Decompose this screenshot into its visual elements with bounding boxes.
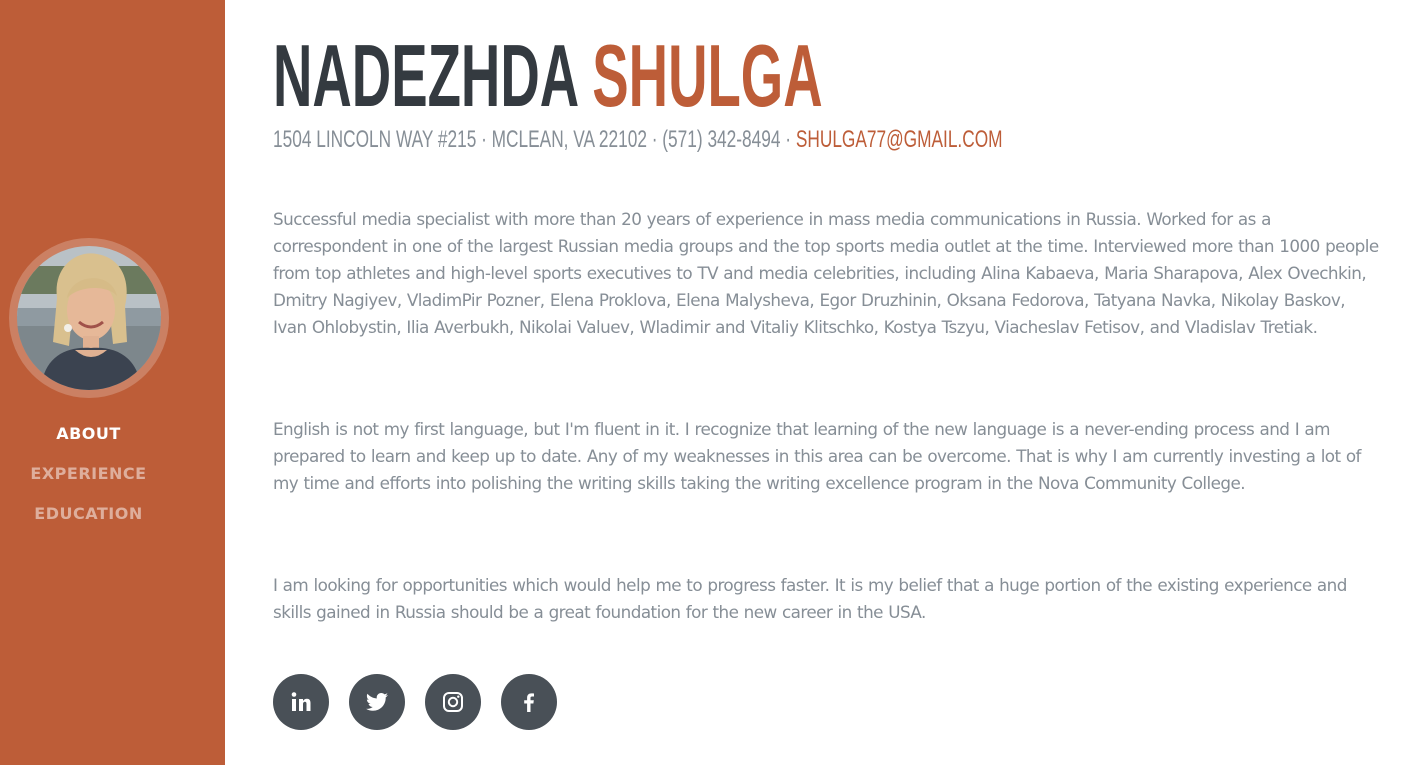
contact-line: 1504 LINCOLN WAY #215 · MCLEAN, VA 22102…: [273, 126, 1003, 154]
about-paragraph-2: English is not my first language, but I'…: [273, 419, 1361, 493]
avatar-photo: [17, 246, 161, 390]
linkedin-icon: [291, 692, 311, 711]
first-name: NADEZHDA: [273, 26, 578, 125]
email-link[interactable]: SHULGA77@GMAIL.COM: [796, 126, 1003, 153]
facebook-icon: [524, 693, 534, 712]
page-title: NADEZHDA SHULGA: [273, 30, 823, 122]
nav-item-about: ABOUT: [0, 420, 177, 460]
nav-link-about[interactable]: ABOUT: [56, 424, 121, 443]
facebook-button[interactable]: [501, 674, 557, 730]
address-text: 1504 LINCOLN WAY #215 · MCLEAN, VA 22102…: [273, 126, 792, 153]
nav-link-education[interactable]: EDUCATION: [34, 504, 142, 523]
sidebar: ABOUT EXPERIENCE EDUCATION: [0, 0, 225, 765]
nav-item-education: EDUCATION: [0, 500, 177, 540]
instagram-button[interactable]: [425, 674, 481, 730]
twitter-button[interactable]: [349, 674, 405, 730]
last-name: SHULGA: [592, 26, 823, 125]
instagram-icon: [443, 692, 463, 712]
social-icons: [273, 674, 557, 730]
sidebar-nav: ABOUT EXPERIENCE EDUCATION: [0, 420, 177, 540]
avatar-ring: [9, 238, 169, 398]
about-paragraph-3: I am looking for opportunities which wou…: [273, 575, 1347, 622]
about-paragraph-1: Successful media specialist with more th…: [273, 209, 1379, 337]
nav-link-experience[interactable]: EXPERIENCE: [30, 464, 146, 483]
avatar: [17, 246, 161, 390]
linkedin-button[interactable]: [273, 674, 329, 730]
twitter-icon: [366, 693, 388, 711]
nav-item-experience: EXPERIENCE: [0, 460, 177, 500]
